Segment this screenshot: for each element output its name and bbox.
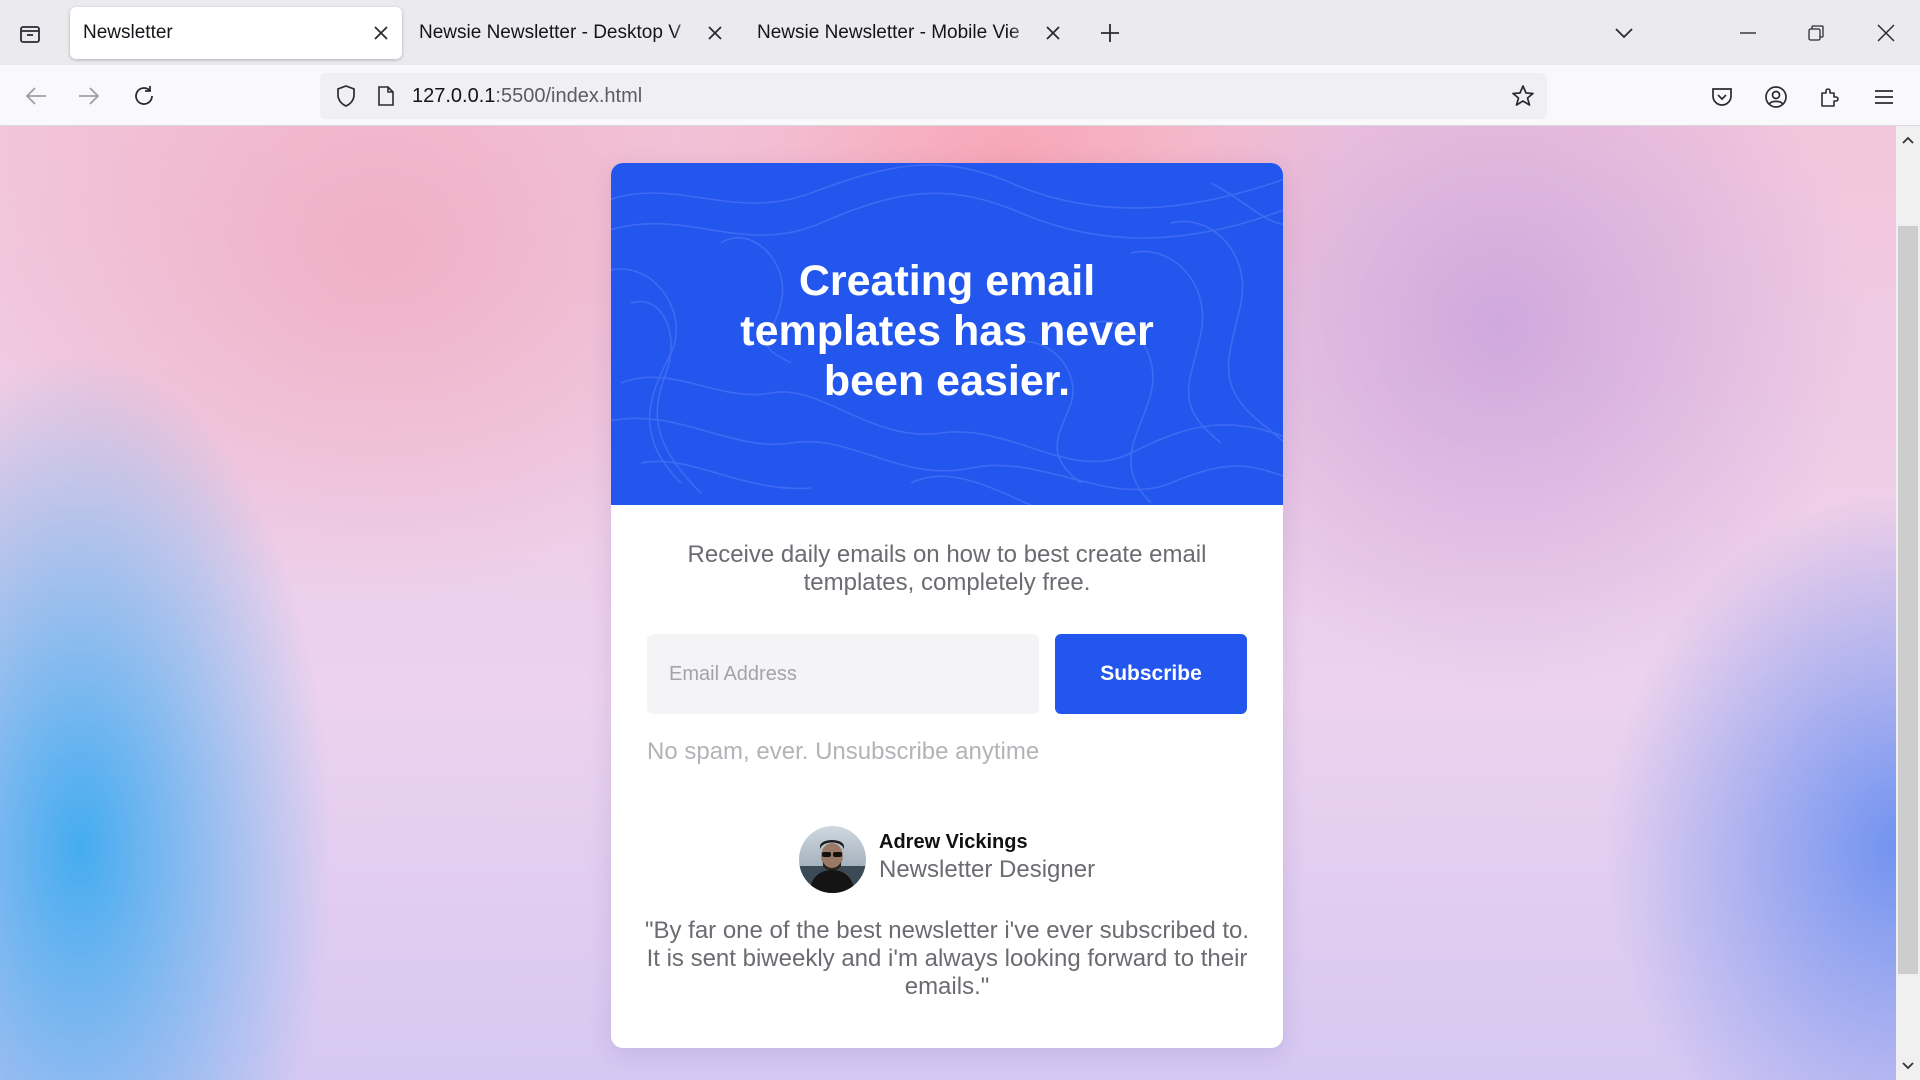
- disclaimer-text: No spam, ever. Unsubscribe anytime: [647, 738, 1040, 765]
- author-role: Newsletter Designer: [879, 856, 1096, 883]
- tab-label: Newsletter: [83, 22, 173, 43]
- tab-label: Newsie Newsletter - Mobile View.pr: [757, 22, 1019, 43]
- scroll-thumb[interactable]: [1898, 226, 1918, 974]
- author-name: Adrew Vickings: [879, 831, 1028, 853]
- hero-banner: Creating email templates has never been …: [611, 163, 1283, 505]
- tab-bar: Newsletter Newsie Newsletter - Desktop V…: [0, 0, 1920, 65]
- tab-newsletter[interactable]: Newsletter: [70, 7, 402, 59]
- restore-icon[interactable]: [1800, 17, 1832, 49]
- extensions-icon[interactable]: [1814, 81, 1846, 113]
- avatar: [799, 826, 866, 893]
- email-field[interactable]: [647, 634, 1039, 714]
- shield-icon[interactable]: [330, 80, 362, 112]
- tab-overview-icon[interactable]: [14, 18, 46, 50]
- hero-title: Creating email templates has never been …: [740, 257, 1154, 405]
- page-icon: [370, 80, 402, 112]
- forward-icon[interactable]: [73, 80, 105, 112]
- close-icon[interactable]: [704, 22, 726, 44]
- tab-label: Newsie Newsletter - Desktop View.p: [419, 22, 681, 43]
- subscribe-button[interactable]: Subscribe: [1055, 634, 1247, 714]
- tab-fade: [672, 17, 698, 49]
- address-bar[interactable]: 127.0.0.1:5500/index.html: [320, 73, 1547, 119]
- testimonial-quote: "By far one of the best newsletter i've …: [644, 917, 1250, 1000]
- url-text[interactable]: 127.0.0.1:5500/index.html: [412, 85, 642, 108]
- new-tab-icon[interactable]: [1094, 17, 1126, 49]
- tab-mobile-view[interactable]: Newsie Newsletter - Mobile View.pr: [744, 7, 1074, 59]
- window-close-icon[interactable]: [1870, 17, 1902, 49]
- scroll-up-icon[interactable]: [1898, 130, 1918, 150]
- url-path: :5500/index.html: [495, 85, 643, 107]
- close-icon[interactable]: [1042, 22, 1064, 44]
- scroll-down-icon[interactable]: [1898, 1056, 1918, 1076]
- tab-list-chevron-icon[interactable]: [1608, 17, 1640, 49]
- newsletter-card: Creating email templates has never been …: [611, 163, 1283, 1048]
- lead-text: Receive daily emails on how to best crea…: [687, 541, 1207, 596]
- menu-icon[interactable]: [1868, 81, 1900, 113]
- pocket-icon[interactable]: [1706, 81, 1738, 113]
- tab-fade: [1010, 17, 1036, 49]
- url-host: 127.0.0.1: [412, 85, 496, 107]
- close-icon[interactable]: [370, 22, 392, 44]
- tab-desktop-view[interactable]: Newsie Newsletter - Desktop View.p: [406, 7, 736, 59]
- minimize-icon[interactable]: [1732, 17, 1764, 49]
- reload-icon[interactable]: [128, 80, 160, 112]
- back-icon[interactable]: [20, 80, 52, 112]
- page-viewport: Creating email templates has never been …: [0, 126, 1896, 1080]
- account-icon[interactable]: [1760, 81, 1792, 113]
- bookmark-star-icon[interactable]: [1507, 80, 1539, 112]
